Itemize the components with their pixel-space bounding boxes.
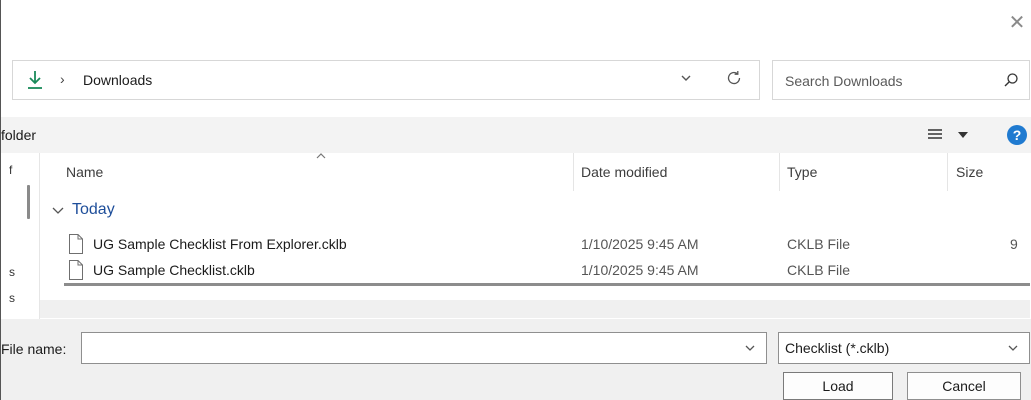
file-type-filter-select[interactable]: Checklist (*.cklb) <box>778 332 1030 364</box>
chevron-down-icon <box>52 207 64 214</box>
file-type-filter-value: Checklist (*.cklb) <box>785 340 890 356</box>
file-name-input[interactable] <box>88 338 732 360</box>
search-icon[interactable] <box>1003 72 1019 88</box>
command-bar: folder ? <box>1 117 1031 153</box>
file-type: CKLB File <box>787 236 851 252</box>
column-divider[interactable] <box>779 153 780 191</box>
file-type: CKLB File <box>787 262 851 278</box>
breadcrumb-downloads[interactable]: Downloads <box>83 72 152 88</box>
column-header-type[interactable]: Type <box>787 153 817 191</box>
dialog-footer: File name: Checklist (*.cklb) Load Cance… <box>1 319 1031 400</box>
view-dropdown-icon[interactable] <box>958 132 968 138</box>
column-header-size[interactable]: Size <box>956 153 983 191</box>
view-options-icon[interactable] <box>927 128 943 142</box>
nav-item[interactable]: s <box>9 265 15 279</box>
load-button[interactable]: Load <box>783 372 893 400</box>
file-row[interactable]: UG Sample Checklist.cklb 1/10/2025 9:45 … <box>40 258 1030 284</box>
sort-ascending-icon <box>316 153 326 159</box>
download-arrow-icon <box>28 71 42 89</box>
group-header-today[interactable]: Today <box>52 201 115 219</box>
file-name: UG Sample Checklist.cklb <box>93 262 255 278</box>
file-name-label: File name: <box>1 341 67 357</box>
nav-item[interactable]: s <box>9 291 15 305</box>
file-row[interactable]: UG Sample Checklist From Explorer.cklb 1… <box>40 232 1030 258</box>
nav-scrollbar[interactable] <box>27 185 30 219</box>
file-name: UG Sample Checklist From Explorer.cklb <box>93 236 347 252</box>
chevron-down-icon[interactable] <box>679 71 693 85</box>
search-input[interactable] <box>783 69 987 93</box>
column-header-date-modified[interactable]: Date modified <box>581 153 667 191</box>
refresh-icon[interactable] <box>725 69 743 87</box>
breadcrumb-separator-icon: › <box>60 71 65 87</box>
cancel-button[interactable]: Cancel <box>907 372 1021 400</box>
close-icon[interactable]: ✕ <box>1003 8 1031 38</box>
column-divider[interactable] <box>573 153 574 191</box>
new-folder-button[interactable]: folder <box>1 127 36 143</box>
navigation-pane: f s s <box>1 153 39 318</box>
address-bar[interactable]: › Downloads <box>12 60 760 100</box>
horizontal-scrollbar[interactable] <box>64 283 1030 286</box>
chevron-down-icon[interactable] <box>1007 342 1019 354</box>
file-name-combobox[interactable] <box>81 332 767 364</box>
file-size: 9 <box>1010 236 1018 252</box>
list-bottom-gutter <box>40 300 1030 318</box>
file-date: 1/10/2025 9:45 AM <box>581 262 699 278</box>
column-header-name[interactable]: Name <box>66 153 103 191</box>
file-icon <box>69 260 83 280</box>
group-label: Today <box>72 201 115 218</box>
chevron-down-icon[interactable] <box>744 342 756 354</box>
file-icon <box>69 234 83 254</box>
file-list: Name Date modified Type Size Today UG Sa… <box>40 153 1030 319</box>
nav-item[interactable]: f <box>9 163 12 177</box>
help-icon[interactable]: ? <box>1007 125 1027 145</box>
column-divider[interactable] <box>947 153 948 191</box>
search-box[interactable] <box>772 60 1030 100</box>
file-date: 1/10/2025 9:45 AM <box>581 236 699 252</box>
